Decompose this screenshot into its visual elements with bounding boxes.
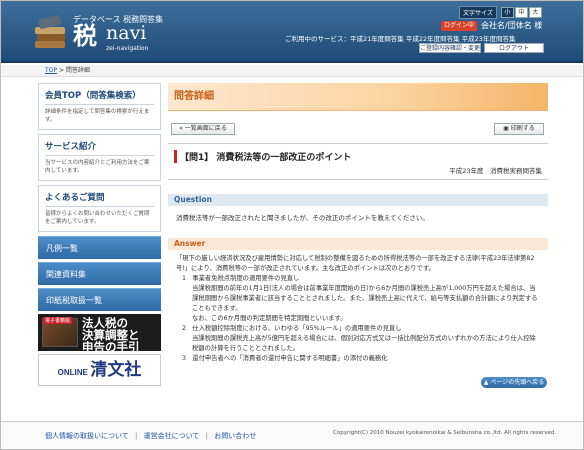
question-text: 消費税法等が一部改正されたと聞きましたが、その改正のポイントを教えてください。	[176, 214, 429, 222]
logo-tagline: zei-navigation	[106, 45, 149, 52]
toolbar: « 一覧画面に戻る ▣ 印刷する	[168, 119, 548, 143]
question-heading: 【問1】 消費税法等の一部改正のポイント 平成23年度 消費税実務問答集	[168, 143, 548, 180]
registration-edit-button[interactable]: ご登録内容確認・変更	[419, 43, 481, 53]
sidebar-box-title[interactable]: よくあるご質問	[45, 191, 154, 207]
copyright: Copyright(C) 2010 Nouzei kyokairenoikai …	[333, 430, 557, 436]
answer-label: Answer	[168, 238, 548, 250]
sidebar-item-materials[interactable]: 関連資料集	[38, 262, 161, 285]
font-size-switcher: 文字サイズ 小 中 大	[459, 6, 542, 19]
ebook-title: 法人税の 決算調整と 申告の手引	[82, 316, 140, 351]
font-size-large-button[interactable]: 大	[528, 7, 542, 18]
member-name: 会社名/団体名 様	[481, 21, 543, 30]
sidebar-member-top[interactable]: 会員TOP（問答集検索） 詳細条件を指定して問答集の検索が行えます。	[38, 83, 161, 130]
answer-paragraph: なお、この6か月間の判定期間を特定期間といいます。	[192, 315, 347, 322]
question-label: Question	[168, 194, 548, 206]
page-top-button[interactable]: ▲ ページの先頭へ戻る	[481, 377, 547, 388]
answer-item: 3 還付申告者への「消費者の還付申告に関する明細書」の添付の義務化	[182, 355, 388, 362]
sidebar-item-legend[interactable]: 凡例一覧	[38, 236, 161, 259]
contact-link[interactable]: お問い合わせ	[214, 432, 256, 440]
company-link[interactable]: 運営会社について	[144, 432, 200, 440]
sidebar-box-title[interactable]: 会員TOP（問答集検索）	[45, 89, 154, 105]
answer-item: 2 仕入税額控除制度における、いわゆる「95%ルール」の適用要件の見直し	[182, 325, 402, 332]
back-to-list-button[interactable]: « 一覧画面に戻る	[171, 123, 235, 135]
breadcrumb: TOP > 問答詳細	[1, 65, 583, 77]
font-size-small-button[interactable]: 小	[500, 7, 514, 18]
main-content: 問答詳細 « 一覧画面に戻る ▣ 印刷する 【問1】 消費税法等の一部改正のポイ…	[168, 83, 548, 388]
login-status-badge: ログイン中	[441, 21, 477, 31]
books-logo-icon	[35, 13, 65, 49]
footer-separator: |	[135, 432, 138, 440]
sidebar-box-title[interactable]: サービス紹介	[45, 140, 154, 156]
sidebar-faq[interactable]: よくあるご質問 皆様からよくお問い合わせいただくご質問をご案内しています。	[38, 185, 161, 232]
seibunsha-online-banner[interactable]: ONLINE 清文社	[38, 354, 161, 386]
banner-brand-name: 清文社	[90, 360, 142, 380]
page-frame: データベース 税務問答集 税 navi zei-navigation 文字サイズ…	[0, 0, 584, 450]
footer-links: 個人情報の取扱いについて | 運営会社について | お問い合わせ	[45, 431, 256, 441]
answer-paragraph: 当課税期間の前年の1月1日(法人の場合は前事業年度開始の日)から6か月間の課税売…	[192, 285, 538, 312]
services-info: ご利用中のサービス：平成21年度問答集 平成22年度問答集 平成23年度問答集	[285, 35, 516, 43]
answer-paragraph: 「現下の厳しい経済状況及び雇用情勢に対応して税制の整備を図るための所得税法等の一…	[176, 255, 535, 272]
answer-item: 1 事業者免税点制度の適用要件の見直し	[182, 275, 300, 282]
sidebar-box-desc: 皆様からよくお問い合わせいただくご質問をご案内しています。	[45, 211, 150, 225]
sidebar-box-desc: 当サービスの内容紹介とご利用方法をご案内しています。	[45, 160, 150, 174]
ebook-tag: 電子書籍版	[43, 317, 73, 324]
page-title: 問答詳細	[168, 83, 548, 111]
sidebar-item-stamp-tax[interactable]: 印紙税取扱一覧	[38, 288, 161, 311]
breadcrumb-separator: >	[58, 67, 64, 74]
answer-body: 「現下の厳しい経済状況及び雇用情勢に対応して税制の整備を図るための所得税法等の一…	[168, 250, 548, 364]
banner-online-label: ONLINE	[57, 368, 88, 377]
print-button[interactable]: ▣ 印刷する	[494, 123, 544, 135]
question-source: 平成23年度 消費税実務問答集	[449, 167, 542, 175]
sidebar-service-intro[interactable]: サービス紹介 当サービスの内容紹介とご利用方法をご案内しています。	[38, 134, 161, 181]
site-footer: 個人情報の取扱いについて | 運営会社について | お問い合わせ Copyrig…	[1, 421, 583, 449]
question-title: 【問1】 消費税法等の一部改正のポイント	[174, 150, 542, 163]
font-size-medium-button[interactable]: 中	[514, 7, 528, 18]
breadcrumb-current: 問答詳細	[65, 67, 90, 74]
logo-navi[interactable]: navi	[106, 24, 146, 43]
ebook-banner[interactable]: 電子書籍版 法人税の 決算調整と 申告の手引	[38, 314, 161, 351]
breadcrumb-top-link[interactable]: TOP	[45, 67, 57, 74]
font-size-label: 文字サイズ	[459, 6, 497, 19]
site-header: データベース 税務問答集 税 navi zei-navigation 文字サイズ…	[1, 1, 583, 63]
logo-zei[interactable]: 税	[73, 24, 97, 48]
answer-paragraph: 当課税期間の課税売上高が5億円を超える場合には、個別対応方式又は一括比例配分方式…	[192, 335, 536, 352]
sidebar-box-desc: 詳細条件を指定して問答集の検索が行えます。	[45, 109, 150, 123]
logout-button[interactable]: ログアウト	[484, 43, 544, 53]
footer-separator: |	[205, 432, 209, 440]
printer-icon: ▣	[503, 125, 511, 132]
privacy-link[interactable]: 個人情報の取扱いについて	[45, 432, 129, 440]
sidebar: 会員TOP（問答集検索） 詳細条件を指定して問答集の検索が行えます。 サービス紹…	[38, 83, 161, 386]
